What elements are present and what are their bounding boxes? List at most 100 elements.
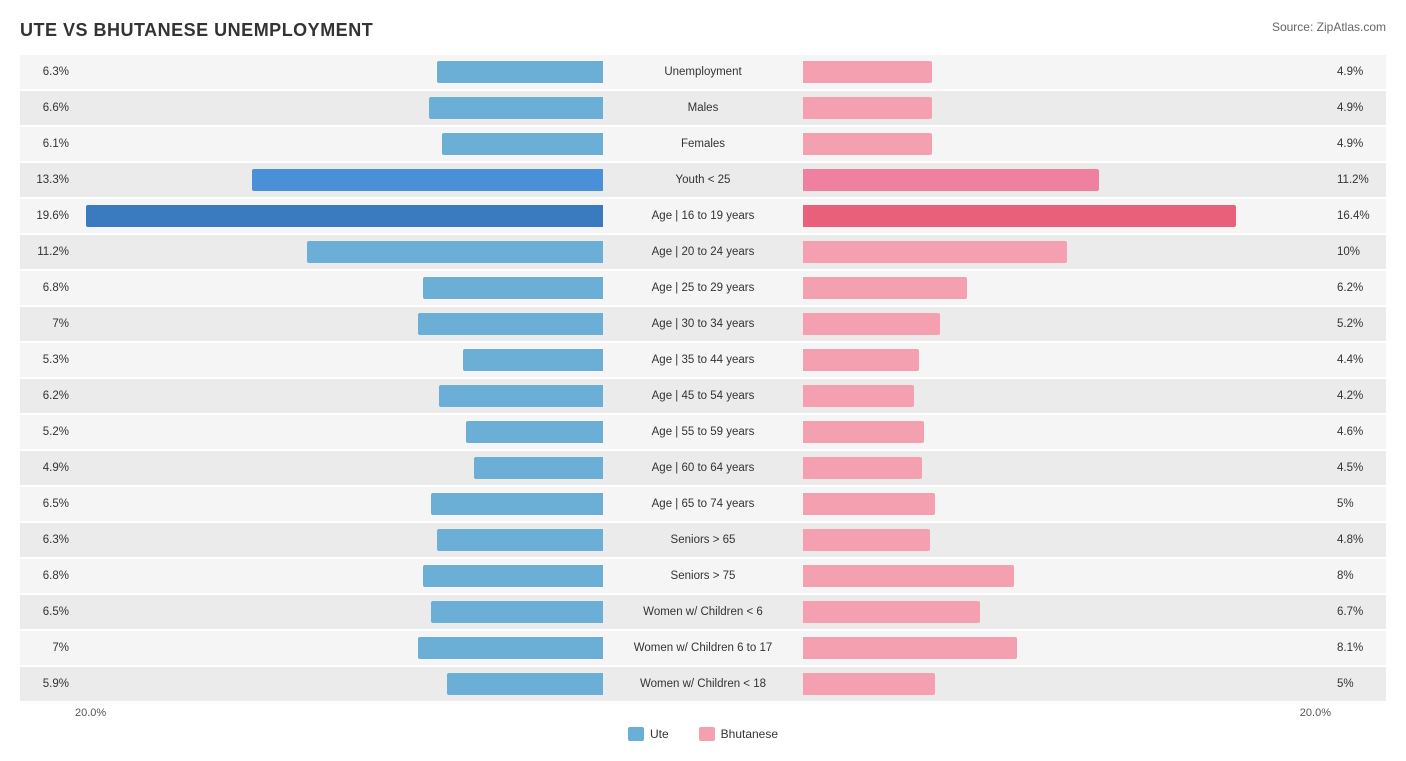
left-bar-container: [75, 421, 603, 443]
bhutanese-bar: [803, 493, 935, 515]
ute-bar: [466, 421, 603, 443]
left-bar-container: [75, 169, 603, 191]
left-bar-container: [75, 385, 603, 407]
left-value: 6.6%: [20, 102, 75, 114]
left-value: 5.9%: [20, 678, 75, 690]
left-value: 5.3%: [20, 354, 75, 366]
left-value: 6.3%: [20, 534, 75, 546]
bar-area: Seniors > 65: [75, 523, 1331, 557]
left-value: 19.6%: [20, 210, 75, 222]
ute-bar: [474, 457, 603, 479]
axis-row: 20.0% 20.0%: [20, 707, 1386, 719]
right-bar-container: [803, 385, 1331, 407]
right-value: 4.2%: [1331, 390, 1386, 402]
left-bar-container: [75, 601, 603, 623]
row-label: Age | 20 to 24 years: [603, 246, 803, 258]
ute-bar: [307, 241, 603, 263]
bhutanese-bar: [803, 529, 930, 551]
right-value: 4.4%: [1331, 354, 1386, 366]
bar-area: Age | 30 to 34 years: [75, 307, 1331, 341]
right-value: 8%: [1331, 570, 1386, 582]
chart-row: 6.3% Unemployment 4.9%: [20, 55, 1386, 89]
right-value: 16.4%: [1331, 210, 1386, 222]
bhutanese-bar: [803, 133, 932, 155]
row-label: Age | 35 to 44 years: [603, 354, 803, 366]
left-value: 6.3%: [20, 66, 75, 78]
left-value: 6.5%: [20, 606, 75, 618]
ute-bar: [437, 61, 603, 83]
chart-row: 7% Age | 30 to 34 years 5.2%: [20, 307, 1386, 341]
left-bar-container: [75, 205, 603, 227]
chart-row: 11.2% Age | 20 to 24 years 10%: [20, 235, 1386, 269]
ute-bar: [252, 169, 603, 191]
chart-row: 6.8% Age | 25 to 29 years 6.2%: [20, 271, 1386, 305]
ute-bar: [418, 313, 603, 335]
right-bar-container: [803, 169, 1331, 191]
left-bar-container: [75, 673, 603, 695]
right-value: 4.9%: [1331, 66, 1386, 78]
ute-bar: [437, 529, 603, 551]
right-bar-container: [803, 421, 1331, 443]
axis-label-right: 20.0%: [1300, 707, 1331, 719]
chart-row: 5.2% Age | 55 to 59 years 4.6%: [20, 415, 1386, 449]
right-bar-container: [803, 97, 1331, 119]
row-label: Seniors > 75: [603, 570, 803, 582]
bhutanese-bar: [803, 241, 1067, 263]
bar-area: Women w/ Children < 6: [75, 595, 1331, 629]
row-label: Females: [603, 138, 803, 150]
left-value: 7%: [20, 318, 75, 330]
right-bar-container: [803, 349, 1331, 371]
left-value: 5.2%: [20, 426, 75, 438]
bar-area: Age | 45 to 54 years: [75, 379, 1331, 413]
right-bar-container: [803, 493, 1331, 515]
chart-row: 7% Women w/ Children 6 to 17 8.1%: [20, 631, 1386, 665]
right-bar-container: [803, 673, 1331, 695]
left-value: 6.1%: [20, 138, 75, 150]
row-label: Women w/ Children 6 to 17: [603, 642, 803, 654]
bhutanese-bar: [803, 457, 922, 479]
ute-bar: [431, 493, 603, 515]
row-label: Age | 16 to 19 years: [603, 210, 803, 222]
row-label: Age | 65 to 74 years: [603, 498, 803, 510]
chart-row: 6.1% Females 4.9%: [20, 127, 1386, 161]
chart-row: 6.5% Women w/ Children < 6 6.7%: [20, 595, 1386, 629]
row-label: Unemployment: [603, 66, 803, 78]
right-bar-container: [803, 277, 1331, 299]
right-bar-container: [803, 61, 1331, 83]
row-label: Age | 25 to 29 years: [603, 282, 803, 294]
left-value: 6.8%: [20, 570, 75, 582]
bar-area: Age | 35 to 44 years: [75, 343, 1331, 377]
ute-bar: [429, 97, 603, 119]
chart-row: 4.9% Age | 60 to 64 years 4.5%: [20, 451, 1386, 485]
right-value: 4.9%: [1331, 102, 1386, 114]
right-value: 4.8%: [1331, 534, 1386, 546]
bar-area: Age | 20 to 24 years: [75, 235, 1331, 269]
bhutanese-color-box: [699, 727, 715, 741]
axis-label-left: 20.0%: [75, 707, 106, 719]
chart-row: 6.6% Males 4.9%: [20, 91, 1386, 125]
chart-source: Source: ZipAtlas.com: [1272, 20, 1386, 34]
bhutanese-bar: [803, 565, 1014, 587]
right-bar-container: [803, 457, 1331, 479]
chart-container: UTE VS BHUTANESE UNEMPLOYMENT Source: Zi…: [20, 20, 1386, 741]
bar-area: Women w/ Children 6 to 17: [75, 631, 1331, 665]
chart-row: 5.9% Women w/ Children < 18 5%: [20, 667, 1386, 701]
right-bar-container: [803, 133, 1331, 155]
right-value: 11.2%: [1331, 174, 1386, 186]
row-label: Youth < 25: [603, 174, 803, 186]
bar-area: Females: [75, 127, 1331, 161]
right-value: 8.1%: [1331, 642, 1386, 654]
bhutanese-bar: [803, 277, 967, 299]
right-value: 4.9%: [1331, 138, 1386, 150]
bhutanese-label: Bhutanese: [721, 727, 778, 741]
row-label: Age | 30 to 34 years: [603, 318, 803, 330]
chart-title: UTE VS BHUTANESE UNEMPLOYMENT: [20, 20, 373, 41]
bar-area: Age | 55 to 59 years: [75, 415, 1331, 449]
bhutanese-bar: [803, 97, 932, 119]
ute-bar: [418, 637, 603, 659]
right-value: 4.6%: [1331, 426, 1386, 438]
bar-area: Males: [75, 91, 1331, 125]
left-bar-container: [75, 61, 603, 83]
bar-area: Age | 16 to 19 years: [75, 199, 1331, 233]
left-value: 4.9%: [20, 462, 75, 474]
